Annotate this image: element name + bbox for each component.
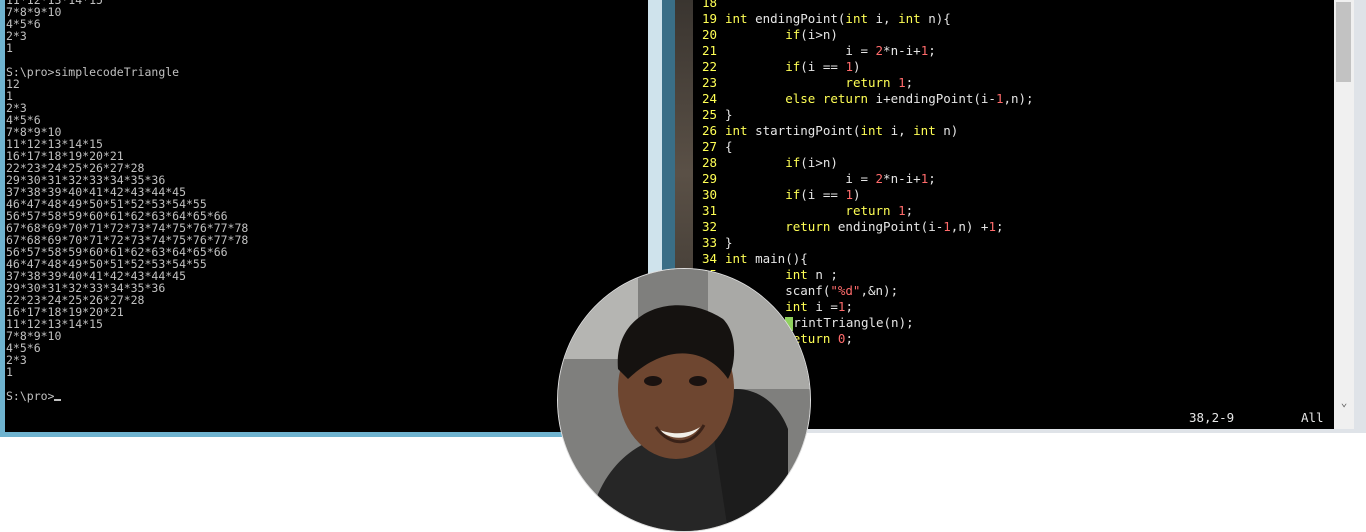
code-line: 32 return endingPoint(i-1,n) +1;: [693, 219, 1004, 235]
line-number: 22: [701, 59, 717, 74]
console-cursor: [54, 399, 62, 401]
line-number: 21: [701, 43, 717, 58]
code-text: }: [725, 235, 733, 250]
code-text: int main(){: [725, 251, 808, 266]
code-text: return 1;: [845, 203, 914, 218]
command-prompt-console[interactable]: 11*12*13*14*15 7*8*9*10 4*5*6 2*3 1 S:\pro>si…: [5, 0, 648, 432]
code-text: if(i == 1): [785, 59, 861, 74]
code-line: 27 {: [693, 139, 733, 155]
code-line: 29 i = 2*n-i+1;: [693, 171, 936, 187]
code-text: if(i>n): [785, 155, 838, 170]
line-number: 30: [701, 187, 717, 202]
console-output-line: 1: [6, 41, 13, 55]
code-line: 24 else return i+endingPoint(i-1,n);: [693, 91, 1034, 107]
line-number: 33: [701, 235, 717, 250]
line-number: 34: [701, 251, 717, 266]
webcam-overlay: [557, 268, 811, 532]
code-line: 18: [693, 0, 717, 11]
line-number: 32: [701, 219, 717, 234]
line-number: 25: [701, 107, 717, 122]
code-text: {: [725, 139, 733, 154]
line-number: 31: [701, 203, 717, 218]
code-text: int n ;: [785, 267, 838, 282]
scroll-down-arrow-icon[interactable]: ⌄: [1336, 395, 1352, 411]
code-line: 23 return 1;: [693, 75, 913, 91]
console-output-line: S:\pro>: [6, 390, 62, 402]
console-output-line: 1: [6, 365, 13, 379]
code-text: }: [725, 107, 733, 122]
code-text: i = 2*n-i+1;: [725, 171, 936, 186]
code-line: 25}: [693, 107, 733, 123]
console-output-line: S:\pro>simplecodeTriangle: [6, 65, 180, 79]
scrollbar-thumb[interactable]: [1336, 2, 1351, 82]
line-number: 18: [701, 0, 717, 10]
line-number: 23: [701, 75, 717, 90]
line-number: 26: [701, 123, 717, 138]
code-text: int startingPoint(int i, int n): [725, 123, 959, 138]
code-line: 19 int endingPoint(int i, int n){: [693, 11, 951, 27]
code-text: return endingPoint(i-1,n) +1;: [785, 219, 1004, 234]
code-line: 22 if(i == 1): [693, 59, 861, 75]
cursor-position-status: 38,2-9: [1189, 410, 1235, 425]
code-line: 28 if(i>n): [693, 155, 838, 171]
line-number: 19: [701, 11, 717, 26]
code-text: if(i == 1): [785, 187, 861, 202]
code-line: 26 int startingPoint(int i, int n): [693, 123, 958, 139]
code-text: return 1;: [845, 75, 914, 90]
code-line: 34 int main(){: [693, 251, 808, 267]
scroll-status: All: [1301, 410, 1324, 425]
line-number: 27: [701, 139, 717, 154]
code-line: 33}: [693, 235, 733, 251]
presenter-face-image: [558, 269, 810, 531]
code-line: 30 if(i == 1): [693, 187, 861, 203]
line-number: 28: [701, 155, 717, 170]
code-text: int endingPoint(int i, int n){: [725, 11, 951, 26]
code-line: 31 return 1;: [693, 203, 913, 219]
code-text: i = 2*n-i+1;: [725, 43, 936, 58]
code-text: else return i+endingPoint(i-1,n);: [785, 91, 1034, 106]
line-number: 20: [701, 27, 717, 42]
code-text: if(i>n): [785, 27, 838, 42]
code-line: 21 i = 2*n-i+1;: [693, 43, 936, 59]
code-line: 20 if(i>n): [693, 27, 838, 43]
line-number: 24: [701, 91, 717, 106]
line-number: 29: [701, 171, 717, 186]
